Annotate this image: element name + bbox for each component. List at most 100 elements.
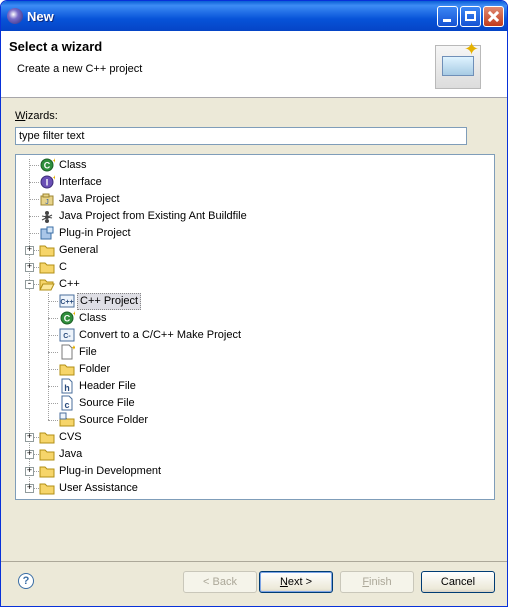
expand-icon[interactable]: + bbox=[25, 467, 34, 476]
tree-guide-line bbox=[29, 165, 39, 166]
expand-icon[interactable]: + bbox=[25, 263, 34, 272]
button-bar-separator bbox=[1, 561, 507, 562]
svg-text:C: C bbox=[64, 314, 71, 324]
wizard-header: Select a wizard Create a new C++ project… bbox=[1, 31, 507, 98]
expand-icon[interactable]: + bbox=[25, 246, 34, 255]
tree-item[interactable]: I✦Interface bbox=[16, 174, 486, 191]
tree-guide-line bbox=[48, 403, 58, 404]
minimize-icon bbox=[443, 19, 451, 22]
tree-item-label: Header File bbox=[79, 380, 136, 392]
tree-guide-line bbox=[48, 420, 58, 421]
tree-item-label: Folder bbox=[79, 363, 111, 375]
wizard-banner-icon: ✦ bbox=[435, 40, 481, 89]
expand-icon[interactable]: + bbox=[25, 484, 34, 493]
svg-text:✦: ✦ bbox=[52, 157, 55, 165]
tree-item-label: Class bbox=[79, 312, 107, 324]
tree-item-label: C++ Project bbox=[77, 293, 142, 310]
folder-icon bbox=[39, 480, 55, 496]
svg-text:C: C bbox=[44, 161, 51, 171]
close-button[interactable] bbox=[483, 6, 504, 27]
tree-item[interactable]: C✦Class bbox=[16, 310, 486, 327]
collapse-icon[interactable]: - bbox=[25, 280, 34, 289]
class-icon: C✦ bbox=[59, 310, 78, 326]
tree-guide-line bbox=[48, 335, 58, 336]
tree-item-label: File bbox=[79, 346, 97, 358]
tree-item-label: Class bbox=[59, 159, 87, 171]
source-folder-icon bbox=[59, 412, 75, 428]
tree-item[interactable]: c Source File bbox=[16, 395, 486, 412]
folder-open-icon bbox=[39, 276, 55, 292]
tree-item[interactable]: + Java bbox=[16, 446, 486, 463]
header-description: Create a new C++ project bbox=[17, 63, 143, 75]
convert-icon: C- bbox=[59, 327, 75, 343]
tree-item[interactable]: + CVS bbox=[16, 429, 486, 446]
tree-item-label: Interface bbox=[59, 176, 102, 188]
tree-item-label: General bbox=[59, 244, 99, 256]
svg-text:I: I bbox=[46, 178, 49, 188]
tree-guide-line bbox=[29, 233, 39, 234]
svg-text:C++: C++ bbox=[60, 299, 73, 306]
header-file-icon: h bbox=[59, 378, 75, 394]
plugin-project-icon bbox=[39, 225, 55, 241]
wizards-label: Wizards: bbox=[15, 110, 58, 122]
expand-icon[interactable]: + bbox=[25, 433, 34, 442]
tree-item[interactable]: + General bbox=[16, 242, 486, 259]
folder-icon bbox=[39, 429, 55, 445]
folder-icon bbox=[39, 259, 55, 275]
folder-icon bbox=[59, 361, 75, 377]
tree-item-label: CVS bbox=[59, 431, 82, 443]
tree-guide-line bbox=[29, 182, 39, 183]
wizard-tree[interactable]: C✦ClassI✦InterfaceJJava ProjectJava Proj… bbox=[15, 154, 495, 500]
tree-item[interactable]: J Java Project bbox=[16, 191, 486, 208]
tree-item[interactable]: Java Project from Existing Ant Buildfile bbox=[16, 208, 486, 225]
svg-text:✦: ✦ bbox=[52, 174, 55, 182]
tree-item[interactable]: + User Assistance bbox=[16, 480, 486, 497]
expand-icon[interactable]: + bbox=[25, 450, 34, 459]
maximize-icon bbox=[465, 11, 476, 21]
tree-item-label: User Assistance bbox=[59, 482, 138, 494]
tree-guide-line bbox=[29, 216, 39, 217]
tree-item[interactable]: Source Folder bbox=[16, 412, 486, 429]
folder-icon bbox=[39, 463, 55, 479]
svg-text:J: J bbox=[45, 199, 49, 206]
tree-item[interactable]: ✦ File bbox=[16, 344, 486, 361]
tree-item[interactable]: Plug-in Project bbox=[16, 225, 486, 242]
tree-item-label: Convert to a C/C++ Make Project bbox=[79, 329, 242, 341]
java-project-icon: J bbox=[39, 191, 55, 207]
tree-item-label: C bbox=[59, 261, 67, 273]
tree-item-label: Source Folder bbox=[79, 414, 149, 426]
tree-guide-line bbox=[48, 318, 58, 319]
svg-text:✦: ✦ bbox=[72, 310, 75, 318]
minimize-button[interactable] bbox=[437, 6, 458, 27]
cancel-button[interactable]: Cancel bbox=[421, 571, 495, 593]
ant-icon bbox=[39, 208, 55, 224]
help-icon[interactable]: ? bbox=[18, 573, 34, 589]
next-button[interactable]: Next > bbox=[259, 571, 333, 593]
window-title: New bbox=[27, 9, 54, 24]
tree-item-label: Java Project from Existing Ant Buildfile bbox=[59, 210, 247, 222]
maximize-button[interactable] bbox=[460, 6, 481, 27]
interface-icon: I✦ bbox=[39, 174, 58, 190]
back-button[interactable]: < Back bbox=[183, 571, 257, 593]
file-icon: ✦ bbox=[59, 344, 77, 360]
tree-item[interactable]: C- Convert to a C/C++ Make Project bbox=[16, 327, 486, 344]
tree-guide-line bbox=[48, 301, 58, 302]
tree-item[interactable]: C++ C++ Project bbox=[16, 293, 486, 310]
svg-text:✦: ✦ bbox=[71, 344, 75, 352]
tree-item[interactable]: + C bbox=[16, 259, 486, 276]
folder-icon bbox=[39, 446, 55, 462]
tree-item[interactable]: h Header File bbox=[16, 378, 486, 395]
svg-text:c: c bbox=[64, 400, 69, 410]
filter-input[interactable] bbox=[15, 127, 467, 145]
tree-item[interactable]: - C++ bbox=[16, 276, 486, 293]
new-wizard-dialog: New Select a wizard Create a new C++ pro… bbox=[0, 0, 508, 607]
tree-item-label: Source File bbox=[79, 397, 135, 409]
finish-button[interactable]: Finish bbox=[340, 571, 414, 593]
tree-item-label: Plug-in Development bbox=[59, 465, 162, 477]
tree-item[interactable]: + Plug-in Development bbox=[16, 463, 486, 480]
tree-item-label: Java Project bbox=[59, 193, 120, 205]
tree-item[interactable]: C✦ Class bbox=[16, 157, 486, 174]
tree-item-label: Java bbox=[59, 448, 83, 460]
tree-item[interactable]: Folder bbox=[16, 361, 486, 378]
title-bar[interactable]: New bbox=[1, 1, 507, 31]
